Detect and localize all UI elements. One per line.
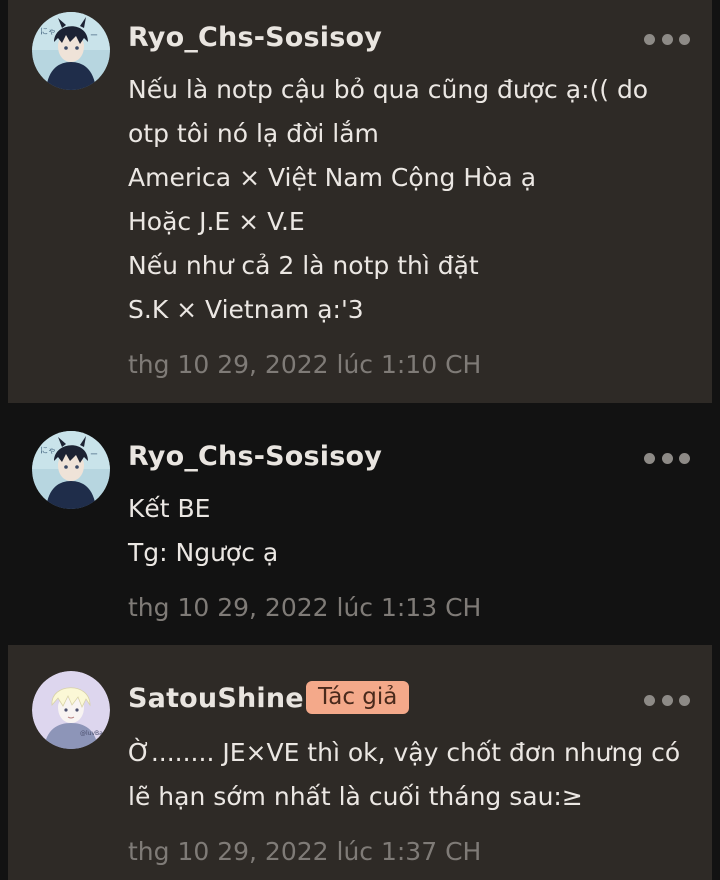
more-options-button[interactable] [644,693,690,707]
avatar[interactable]: @luvBadd [32,671,110,749]
comment-line: Hoặc J.E × V.E [128,207,305,236]
comment-line: Nếu như cả 2 là notp thì đặt [128,251,479,280]
svg-text:ー: ー [90,450,98,459]
comment-username[interactable]: SatouShine [128,683,304,714]
more-horizontal-icon [644,694,655,706]
svg-text:にゃ: にゃ [40,446,56,455]
svg-text:にゃ: にゃ [40,27,56,36]
comment-line: Ờ........ JE×VE thì ok, vậy chốt đơn như… [128,738,681,767]
comment-body: Ờ........ JE×VE thì ok, vậy chốt đơn như… [128,731,680,819]
comment-username[interactable]: Ryo_Chs-Sosisoy [128,441,382,472]
comment-item: にゃ ー Ryo_Chs-Sosisoy Nếu là notp cậu bỏ … [8,0,712,403]
comment-timestamp: thg 10 29, 2022 lúc 1:13 CH [128,593,482,622]
comment-line: S.K × Vietnam ạ:'3 [128,295,364,324]
comment-line: Nếu là notp cậu bỏ qua cũng được ạ:(( do [128,75,649,104]
comment-item: @luvBadd SatouShine Tác giả Ờ........ JE… [8,645,712,880]
more-options-button[interactable] [644,32,690,46]
avatar[interactable]: にゃ ー [32,431,110,509]
more-options-button[interactable] [644,451,690,465]
svg-text:@luvBadd: @luvBadd [80,730,110,737]
comment-timestamp: thg 10 29, 2022 lúc 1:37 CH [128,837,482,866]
comment-line: lẽ hạn sớm nhất là cuối tháng sau:≥ [128,782,583,811]
comment-line: Kết BE [128,494,211,523]
comment-item: にゃ ー Ryo_Chs-Sosisoy Kết BE Tg: Ngược ạ … [8,403,712,645]
more-horizontal-icon [644,33,655,45]
comment-username[interactable]: Ryo_Chs-Sosisoy [128,22,382,53]
svg-text:ー: ー [90,31,98,40]
more-horizontal-icon [644,452,655,464]
comment-timestamp: thg 10 29, 2022 lúc 1:10 CH [128,350,482,379]
comment-line: otp tôi nó lạ đời lắm [128,119,379,148]
comment-body: Nếu là notp cậu bỏ qua cũng được ạ:(( do… [128,68,648,332]
comment-line: America × Việt Nam Cộng Hòa ạ [128,163,537,192]
avatar[interactable]: にゃ ー [32,12,110,90]
author-badge: Tác giả [306,681,410,714]
comment-body: Kết BE Tg: Ngược ạ [128,487,278,575]
comment-line: Tg: Ngược ạ [128,538,279,567]
